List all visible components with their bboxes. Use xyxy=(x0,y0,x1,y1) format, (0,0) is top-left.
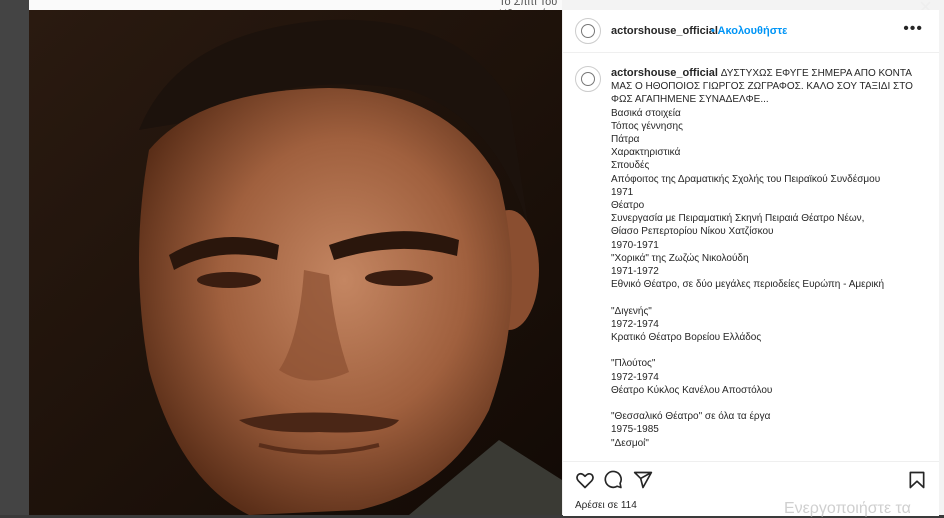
caption-line-text: "Χορικά" της Ζωζώς Νικολούδη xyxy=(611,252,749,264)
caption-line-text: 1971-1972 xyxy=(611,266,659,278)
caption-line-text: 1970-1971 xyxy=(611,239,659,251)
caption-line-text: Κρατικό Θέατρο Βορείου Ελλάδος xyxy=(611,332,762,344)
caption-line-text: "Δεσμοί" xyxy=(611,437,649,449)
caption-line: Κρατικό Θέατρο Βορείου Ελλάδος xyxy=(611,331,911,344)
bookmark-icon[interactable] xyxy=(907,470,927,490)
caption-line: 1975-1985 xyxy=(611,423,911,436)
more-options-icon[interactable]: ••• xyxy=(903,20,923,38)
caption-line-text: Θέατρο Κύκλος Κανέλου Αποστόλου xyxy=(611,384,773,396)
actor-portrait-image xyxy=(29,10,562,515)
caption-line-text: ΔΥΣΤΥΧΩΣ ΕΦΥΓΕ ΣΗΜΕΡΑ ΑΠΟ ΚΟΝΤΑ xyxy=(720,68,912,79)
post-caption: actorshouse_official ΔΥΣΤΥΧΩΣ ΕΦΥΓΕ ΣΗΜΕ… xyxy=(611,67,913,450)
caption-line-text: Εθνικό Θέατρο, σε δύο μεγάλες περιοδείες… xyxy=(611,279,885,291)
follow-button[interactable]: • Ακολουθήστε xyxy=(711,25,787,37)
caption-area: actorshouse_official ΔΥΣΤΥΧΩΣ ΕΦΥΓΕ ΣΗΜΕ… xyxy=(563,53,939,461)
follow-label[interactable]: Ακολουθήστε xyxy=(718,25,788,37)
comment-icon[interactable] xyxy=(603,470,623,490)
caption-line-text: Απόφοιτος της Δραματικής Σχολής του Πειρ… xyxy=(611,173,881,185)
caption-line: "Διγενής" xyxy=(611,305,911,318)
caption-line-text: 1972-1974 xyxy=(611,318,659,330)
caption-line: Συνεργασία με Πειραματική Σκηνή Πειραιά … xyxy=(611,212,911,225)
caption-line: "Πλούτος" xyxy=(611,357,911,370)
caption-line: actorshouse_official ΔΥΣΤΥΧΩΣ ΕΦΥΓΕ ΣΗΜΕ… xyxy=(611,67,912,80)
caption-line-text: Θέατρο xyxy=(611,200,645,212)
caption-avatar[interactable] xyxy=(575,66,601,92)
caption-line: "Δεσμοί" xyxy=(611,437,911,450)
caption-line: 1971-1972 xyxy=(611,265,911,278)
caption-line: Θέατρο xyxy=(611,199,911,212)
caption-line-text: Συνεργασία με Πειραματική Σκηνή Πειραιά … xyxy=(611,213,865,225)
background-page-strip: Το Σπίτι Του Ηθοποιού xyxy=(29,0,562,20)
caption-line-text: "Διγενής" xyxy=(611,305,652,317)
caption-line: 1972-1974 xyxy=(611,371,911,384)
caption-line-text: Πάτρα xyxy=(611,134,640,146)
heart-icon[interactable] xyxy=(575,470,595,490)
caption-line-text: ΦΩΣ ΑΓΑΠΗΜΕΝΕ ΣΥΝΑΔΕΛΦΕ... xyxy=(611,94,769,106)
caption-line-text: "Θεσσαλικό Θέατρο" σε όλα τα έργα xyxy=(611,411,771,423)
share-icon[interactable] xyxy=(633,470,653,490)
activation-watermark: Ενεργοποιήστε τα xyxy=(784,500,911,517)
caption-line-text: Σπουδές xyxy=(611,160,650,172)
post-header: actorshouse_official • Ακολουθήστε ••• xyxy=(563,10,939,53)
caption-line: Βασικά στοιχεία xyxy=(611,107,911,120)
caption-line: Πάτρα xyxy=(611,133,911,146)
header-username[interactable]: actorshouse_official xyxy=(611,25,718,37)
caption-line: 1971 xyxy=(611,186,911,199)
caption-line: Απόφοιτος της Δραματικής Σχολής του Πειρ… xyxy=(611,173,911,186)
caption-line-text: 1971 xyxy=(611,186,634,198)
post-photo xyxy=(29,10,562,515)
caption-line-text: Θίασο Ρεπερτορίου Νίκου Χατζίσκου xyxy=(611,226,774,238)
caption-line-text: "Πλούτος" xyxy=(611,358,656,370)
caption-line: Σπουδές xyxy=(611,159,911,172)
caption-line-text: Βασικά στοιχεία xyxy=(611,107,681,119)
caption-line: Χαρακτηριστικά xyxy=(611,146,911,159)
caption-line: Θέατρο Κύκλος Κανέλου Αποστόλου xyxy=(611,384,911,397)
caption-line-text: 1972-1974 xyxy=(611,371,659,383)
caption-line-text: Τόπος γέννησης xyxy=(611,120,683,132)
follow-separator: • xyxy=(711,25,715,37)
caption-line: Τόπος γέννησης xyxy=(611,120,911,133)
caption-line-text: 1975-1985 xyxy=(611,424,659,436)
caption-line: 1972-1974 xyxy=(611,318,911,331)
caption-line: 1970-1971 xyxy=(611,239,911,252)
caption-line-text: ΜΑΣ Ο ΗΘΟΠΟΙΟΣ ΓΙΩΡΓΟΣ ΖΩΓΡΑΦΟΣ. ΚΑΛΟ ΣΟ… xyxy=(611,81,913,93)
caption-line-text: Χαρακτηριστικά xyxy=(611,147,681,159)
caption-line: "Χορικά" της Ζωζώς Νικολούδη xyxy=(611,252,911,265)
post-side-panel: actorshouse_official • Ακολουθήστε ••• a… xyxy=(562,10,939,516)
avatar[interactable] xyxy=(575,18,601,44)
caption-line: "Θεσσαλικό Θέατρο" σε όλα τα έργα xyxy=(611,410,911,423)
caption-line: Εθνικό Θέατρο, σε δύο μεγάλες περιοδείες… xyxy=(611,278,911,291)
caption-line: ΜΑΣ Ο ΗΘΟΠΟΙΟΣ ΓΙΩΡΓΟΣ ΖΩΓΡΑΦΟΣ. ΚΑΛΟ ΣΟ… xyxy=(611,80,913,93)
caption-line: Θίασο Ρεπερτορίου Νίκου Χατζίσκου xyxy=(611,225,911,238)
caption-line: ΦΩΣ ΑΓΑΠΗΜΕΝΕ ΣΥΝΑΔΕΛΦΕ... xyxy=(611,93,911,106)
caption-username[interactable]: actorshouse_official xyxy=(611,67,718,79)
likes-count[interactable]: Αρέσει σε 114 xyxy=(575,500,637,511)
